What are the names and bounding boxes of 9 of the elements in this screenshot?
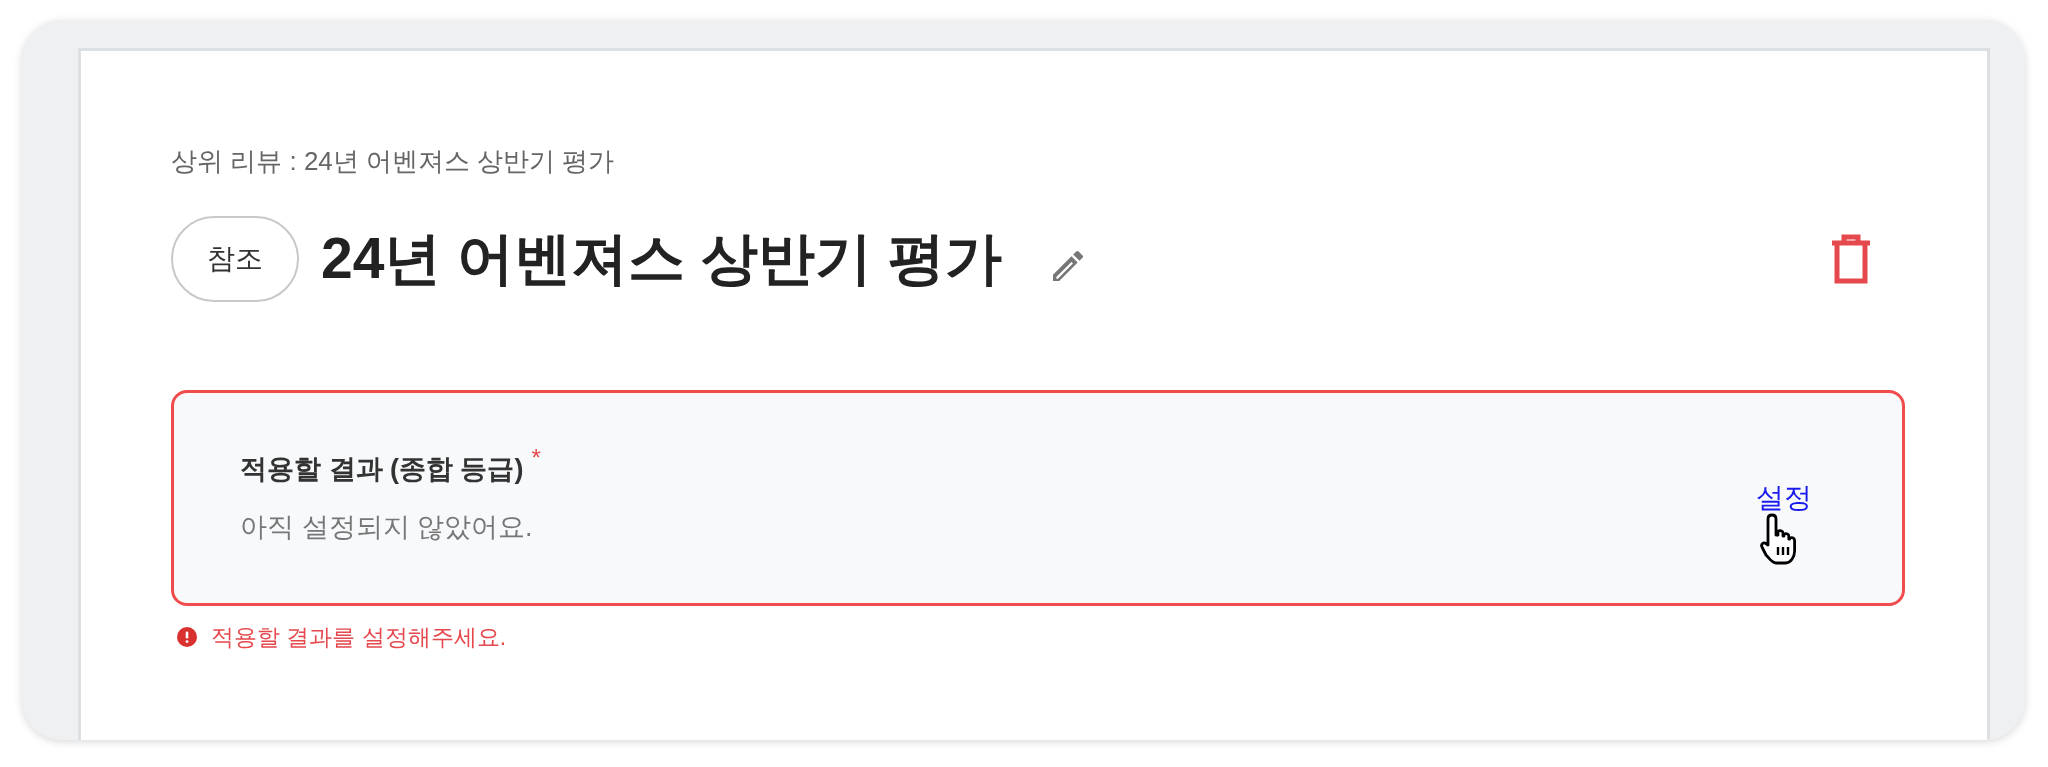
set-link[interactable]: 설정 (1756, 477, 1812, 519)
breadcrumb: 상위 리뷰 : 24년 어벤져스 상반기 평가 (171, 146, 615, 176)
page-title: 24년 어벤져스 상반기 평가 (321, 225, 1002, 293)
error-icon (177, 627, 197, 648)
reference-badge: 참조 (171, 216, 299, 302)
required-mark: * (531, 448, 541, 467)
error-message: 적용할 결과를 설정해주세요. (211, 623, 507, 652)
field-value: 아직 설정되지 않았어요. (240, 511, 534, 544)
field-label: 적용할 결과 (종합 등급) (240, 452, 524, 486)
